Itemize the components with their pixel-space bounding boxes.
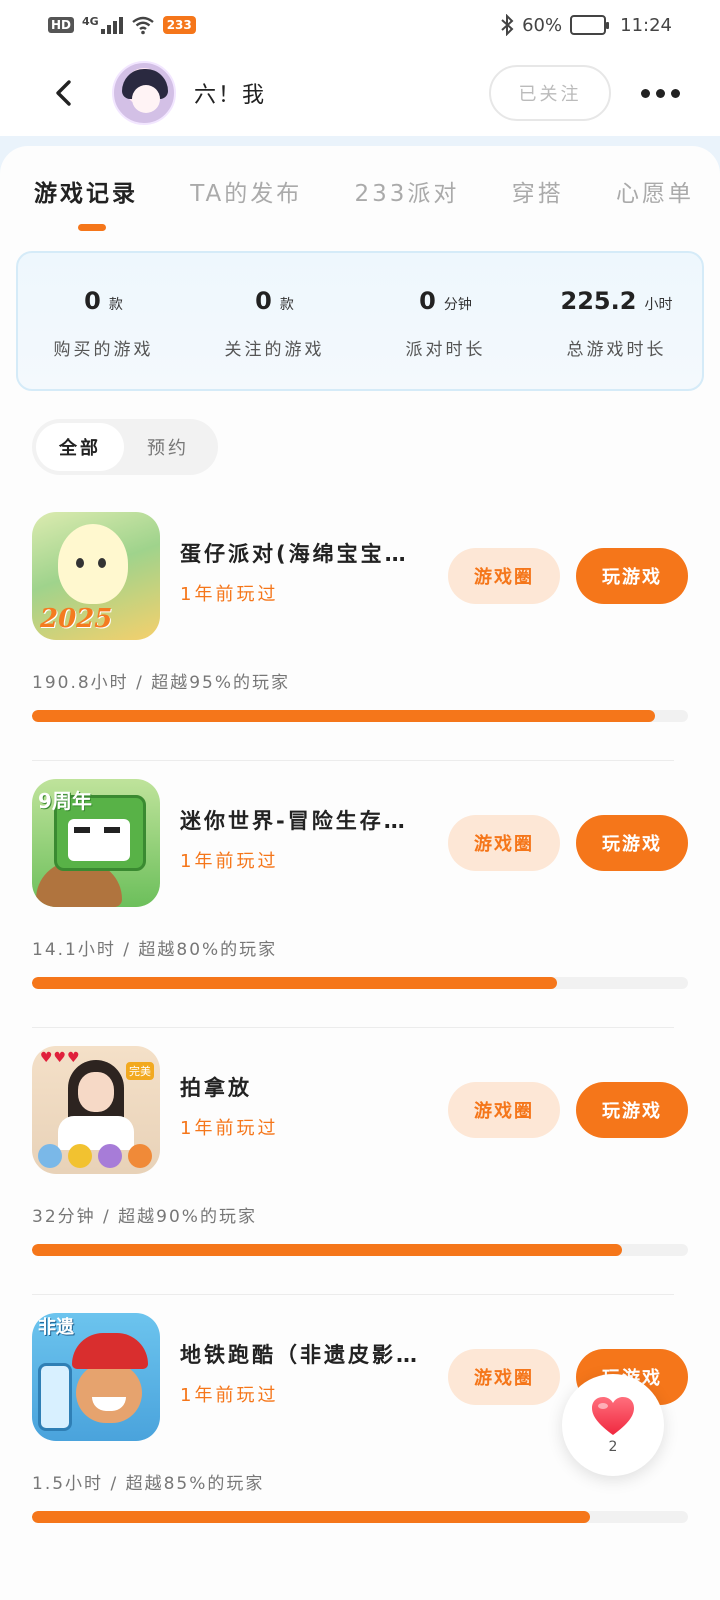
stat-value: 0: [84, 287, 101, 315]
back-button[interactable]: [48, 73, 78, 113]
game-item[interactable]: 9周年 迷你世界-冒险生存… 1年前玩过 游戏圈 玩游戏 14.1小时 / 超越…: [0, 761, 720, 1028]
eggy-party-icon[interactable]: 2025: [32, 512, 160, 640]
profile-header: 六！我 已关注: [0, 50, 720, 136]
last-played: 1年前玩过: [180, 1385, 279, 1406]
last-played: 1年前玩过: [180, 1118, 279, 1139]
hd-indicator: HD: [48, 17, 75, 33]
floating-like-button[interactable]: 2: [562, 1374, 664, 1476]
game-name: 地铁跑酷（非遗皮影…: [180, 1343, 420, 1367]
game-name: 蛋仔派对(海绵宝宝…: [180, 542, 409, 566]
stat-followed: 0款 关注的游戏: [189, 253, 360, 389]
subway-surfers-icon[interactable]: 非遗: [32, 1313, 160, 1441]
play-stats: 14.1小时 / 超越80%的玩家: [32, 940, 278, 960]
tab-party[interactable]: 233派对: [355, 174, 460, 214]
stat-purchased: 0款 购买的游戏: [18, 253, 189, 389]
clock: 11:24: [620, 14, 672, 36]
more-dot-icon: [656, 88, 665, 98]
status-bar: HD 4G 233 60% 11:24: [0, 0, 720, 50]
heart-icon: [592, 1397, 634, 1435]
stat-unit: 分钟: [443, 297, 472, 313]
filter-reserved[interactable]: 预约: [124, 423, 212, 471]
signal-icon: [100, 16, 123, 34]
app-notification-badge: 233: [162, 16, 196, 34]
progress-fill: [32, 1244, 623, 1256]
game-circle-button[interactable]: 游戏圈: [448, 815, 560, 871]
stat-label: 派对时长: [405, 340, 486, 360]
more-options-button[interactable]: [641, 88, 680, 98]
game-item[interactable]: 2025 蛋仔派对(海绵宝宝… 1年前玩过 游戏圈 玩游戏 190.8小时 / …: [0, 494, 720, 761]
stats-panel: 0款 购买的游戏 0款 关注的游戏 0 分钟 派对时长 225.2 小时 总游戏时长: [16, 251, 704, 391]
filter-all[interactable]: 全部: [36, 423, 124, 471]
pai-na-fang-icon[interactable]: ♥♥♥ 完美: [32, 1046, 160, 1174]
tab-indicator: [78, 224, 106, 231]
game-name: 拍拿放: [180, 1076, 252, 1100]
game-item[interactable]: ♥♥♥ 完美 拍拿放 1年前玩过 游戏圈 玩游戏 32分钟 / 超越90%的玩家: [0, 1028, 720, 1295]
stat-label: 购买的游戏: [53, 340, 154, 360]
like-count: 2: [608, 1439, 618, 1455]
stat-value: 225.2: [560, 287, 637, 315]
battery-icon: [570, 15, 610, 35]
progress-fill: [32, 710, 656, 722]
stat-party-time: 0 分钟 派对时长: [360, 253, 531, 389]
rank-progress-bar: [32, 710, 688, 722]
more-dot-icon: [641, 88, 650, 98]
game-icon-text: 完美: [126, 1062, 154, 1080]
last-played: 1年前玩过: [180, 584, 279, 605]
play-game-button[interactable]: 玩游戏: [576, 548, 688, 604]
game-icon-text: 非遗: [38, 1317, 74, 1338]
stat-unit: 款: [108, 297, 123, 313]
game-icon-text: 2025: [40, 604, 113, 634]
stat-value: 0: [255, 287, 272, 315]
stat-value: 0: [419, 287, 436, 315]
battery-percent: 60%: [522, 14, 563, 36]
progress-fill: [32, 977, 557, 989]
tab-posts[interactable]: TA的发布: [190, 174, 302, 214]
tab-wishlist[interactable]: 心愿单: [616, 174, 694, 214]
play-game-button[interactable]: 玩游戏: [576, 815, 688, 871]
game-name: 迷你世界-冒险生存…: [180, 809, 408, 833]
follow-button[interactable]: 已关注: [489, 65, 611, 121]
stat-unit: 款: [279, 297, 294, 313]
last-played: 1年前玩过: [180, 851, 279, 872]
more-dot-icon: [671, 88, 680, 98]
network-type: 4G: [82, 15, 99, 28]
game-circle-button[interactable]: 游戏圈: [448, 548, 560, 604]
mini-world-icon[interactable]: 9周年: [32, 779, 160, 907]
filter-toggle: 全部 预约: [32, 419, 218, 475]
progress-fill: [32, 1511, 590, 1523]
stat-label: 总游戏时长: [566, 340, 667, 360]
stat-label: 关注的游戏: [224, 340, 325, 360]
wifi-icon: [131, 16, 154, 35]
play-stats: 190.8小时 / 超越95%的玩家: [32, 673, 290, 693]
avatar[interactable]: [112, 61, 176, 125]
stat-total-time: 225.2 小时 总游戏时长: [531, 253, 702, 389]
game-icon-text: 9周年: [38, 789, 92, 813]
play-stats: 32分钟 / 超越90%的玩家: [32, 1207, 257, 1227]
rank-progress-bar: [32, 1244, 688, 1256]
play-stats: 1.5小时 / 超越85%的玩家: [32, 1474, 265, 1494]
bluetooth-icon: [501, 14, 514, 36]
stat-unit: 小时: [644, 297, 673, 313]
rank-progress-bar: [32, 1511, 688, 1523]
tab-game-records[interactable]: 游戏记录: [34, 174, 138, 214]
game-circle-button[interactable]: 游戏圈: [448, 1082, 560, 1138]
username: 六！我: [194, 83, 267, 108]
tab-outfits[interactable]: 穿搭: [512, 174, 564, 214]
play-game-button[interactable]: 玩游戏: [576, 1082, 688, 1138]
rank-progress-bar: [32, 977, 688, 989]
chevron-left-icon: [56, 80, 71, 106]
game-circle-button[interactable]: 游戏圈: [448, 1349, 560, 1405]
tab-bar: 游戏记录 TA的发布 233派对 穿搭 心愿单: [34, 174, 694, 214]
